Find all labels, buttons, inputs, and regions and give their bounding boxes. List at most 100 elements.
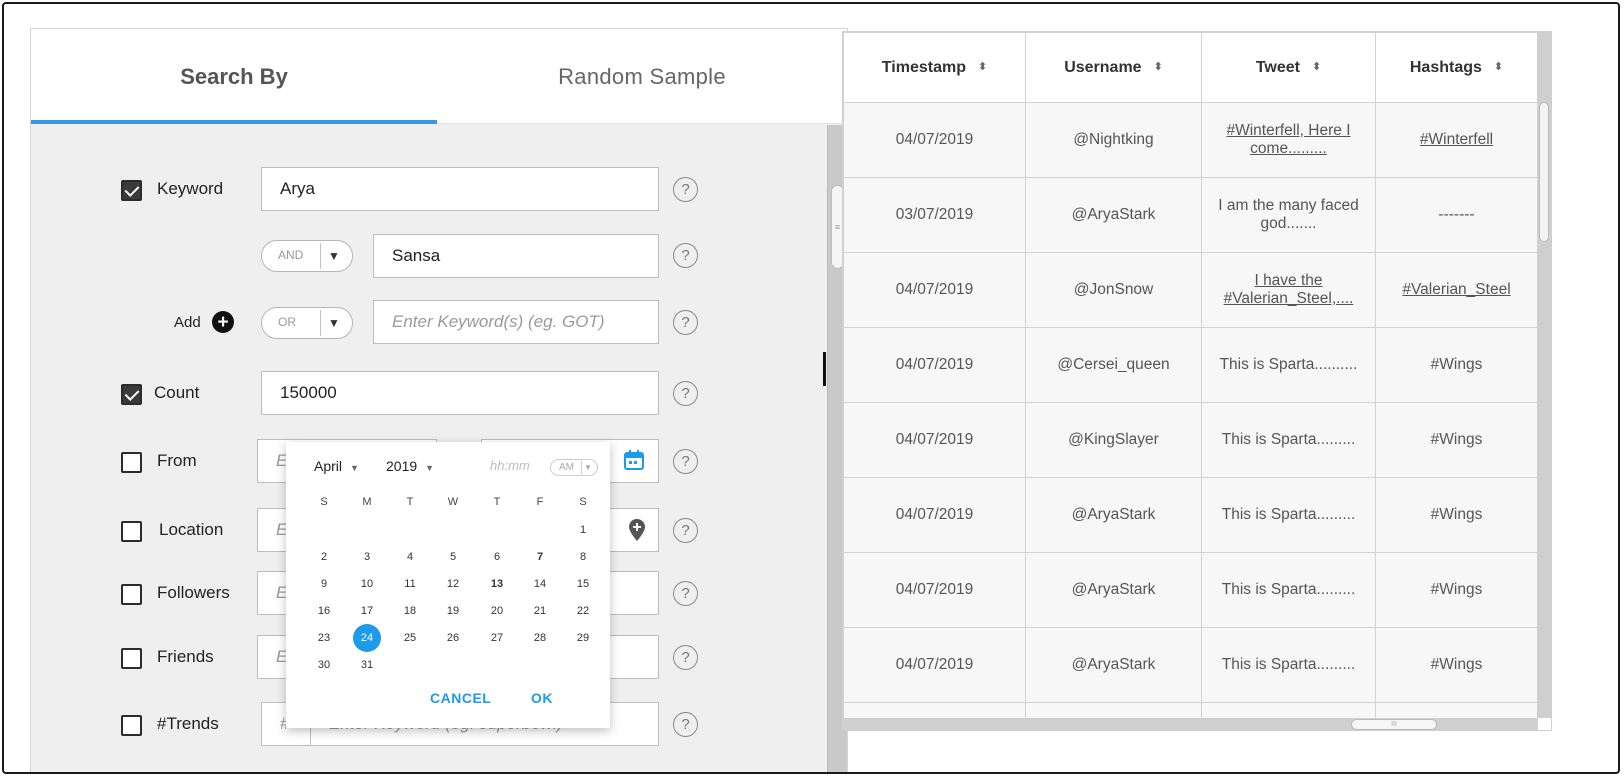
friends-help-icon[interactable]: ? [673,645,698,670]
calendar-day[interactable]: 27 [483,624,511,652]
keyword-or-help-icon[interactable]: ? [673,310,698,335]
calendar-day[interactable]: 8 [569,543,597,571]
count-input[interactable]: 150000 [261,371,659,415]
weekday-label: W [447,496,459,508]
calendar-day[interactable]: 14 [526,570,554,598]
table-row[interactable]: 04/07/2019 @AryaStark This is Sparta......… [843,477,1538,553]
calendar-day[interactable]: 9 [310,570,338,598]
calendar-day[interactable]: 4 [396,543,424,571]
operator-value: AND [278,248,304,262]
count-row: Count 150000 ? [31,371,827,417]
selected-day[interactable]: 24 [353,624,381,652]
table-row[interactable]: 04/07/2019 @JonSnow I have the #Valerian_S… [843,252,1538,328]
column-header-timestamp[interactable]: Timestamp ⬍ [843,32,1026,103]
location-help-icon[interactable]: ? [673,518,698,543]
table-row[interactable]: 04/07/2019 @Cersei_queen This is Sparta...… [843,327,1538,403]
count-checkbox[interactable] [121,384,142,405]
weekday-label: F [536,496,544,508]
column-header-username[interactable]: Username ⬍ [1025,32,1202,103]
table-horizontal-scrollbar[interactable]: III [843,718,1537,730]
scrollbar-thumb[interactable] [1539,102,1549,242]
from-checkbox[interactable] [121,452,142,473]
keyword-and-help-icon[interactable]: ? [673,243,698,268]
location-checkbox[interactable] [121,521,142,542]
ok-button[interactable]: OK [531,690,553,706]
tab-random-sample[interactable]: Random Sample [437,29,847,124]
calendar-day[interactable]: 7 [526,543,554,571]
calendar-day[interactable]: 10 [353,570,381,598]
calendar-day[interactable]: 30 [310,651,338,679]
calendar-day[interactable]: 17 [353,597,381,625]
weekday-label: S [579,496,587,508]
calendar-day[interactable]: 23 [310,624,338,652]
table-row[interactable]: 04/07/2019 @AryaStark This is Sparta......… [843,627,1538,703]
table-vertical-scrollbar[interactable] [1537,32,1551,718]
calendar-day[interactable]: 5 [439,543,467,571]
table-row[interactable]: 04/07/2019 @KingSlayer This is Sparta.....… [843,402,1538,478]
month-select[interactable]: April ▼ [314,458,359,474]
calendar-day[interactable]: 21 [526,597,554,625]
keyword-or-row: Add + OR ▼ Enter Keyword(s) (eg. GOT) ? [31,300,827,346]
caret-down-icon: ▼ [328,316,340,330]
calendar-icon[interactable] [623,449,645,471]
calendar-day[interactable]: 29 [569,624,597,652]
year-select[interactable]: 2019 ▼ [386,458,434,474]
calendar-day[interactable]: 11 [396,570,424,598]
scrollbar-thumb[interactable]: III [1351,719,1437,730]
table-row[interactable]: 04/07/2019 @AryaStark This is Sparta......… [843,552,1538,628]
calendar-day[interactable]: 16 [310,597,338,625]
keyword-and-input[interactable]: Sansa [373,234,659,278]
calendar-day[interactable]: 2 [310,543,338,571]
or-operator-select[interactable]: OR ▼ [261,307,353,339]
table-cell: 03/07/2019 [843,177,1026,253]
table-cell: #Wings [1375,327,1538,403]
calendar-day[interactable]: 12 [439,570,467,598]
calendar-day[interactable]: 15 [569,570,597,598]
table-cell: @AryaStark [1025,627,1202,703]
calendar-day[interactable]: 18 [396,597,424,625]
tab-search-by[interactable]: Search By [31,29,437,124]
calendar-day[interactable]: 26 [439,624,467,652]
calendar-day[interactable]: 19 [439,597,467,625]
calendar-day[interactable]: 20 [483,597,511,625]
table-row[interactable]: 04/07/2019 @Nightking #Winterfell, Here I … [843,102,1538,178]
and-operator-select[interactable]: AND ▼ [261,240,353,272]
sort-icon[interactable]: ⬍ [1312,62,1321,73]
keyword-checkbox[interactable] [121,180,142,201]
friends-checkbox[interactable] [121,648,142,669]
calendar-day[interactable]: 13 [483,570,511,598]
calendar-day[interactable]: 28 [526,624,554,652]
column-header-hashtags[interactable]: Hashtags ⬍ [1375,32,1538,103]
time-input[interactable]: hh:mm [490,458,530,473]
calendar-day[interactable]: 25 [396,624,424,652]
trends-checkbox[interactable] [121,715,142,736]
followers-help-icon[interactable]: ? [673,581,698,606]
calendar-day[interactable]: 3 [353,543,381,571]
trends-help-icon[interactable]: ? [673,712,698,737]
table-cell: @AryaStark [1025,477,1202,553]
sort-icon[interactable]: ⬍ [978,62,987,73]
calendar-day[interactable]: 6 [483,543,511,571]
count-help-icon[interactable]: ? [673,381,698,406]
keyword-help-icon[interactable]: ? [673,177,698,202]
column-header-tweet[interactable]: Tweet ⬍ [1201,32,1376,103]
keyword-input[interactable]: Arya [261,167,659,211]
table-cell: @AryaStark [1025,177,1202,253]
add-keyword-icon[interactable]: + [212,311,234,333]
keyword-or-input[interactable]: Enter Keyword(s) (eg. GOT) [373,300,659,344]
from-help-icon[interactable]: ? [673,449,698,474]
calendar-day[interactable]: 31 [353,651,381,679]
cancel-button[interactable]: CANCEL [430,690,491,706]
sort-icon[interactable]: ⬍ [1154,62,1163,73]
friends-label: Friends [157,647,214,666]
table-row[interactable]: 03/07/2019 @AryaStark I am the many faced … [843,177,1538,253]
calendar-day[interactable]: 1 [569,516,597,544]
table-cell: #Valerian_Steel [1375,252,1538,328]
operator-value: OR [278,315,296,329]
ampm-select[interactable]: AM ▼ [550,459,598,476]
calendar-day[interactable]: 22 [569,597,597,625]
followers-checkbox[interactable] [121,584,142,605]
sort-icon[interactable]: ⬍ [1494,62,1503,73]
add-label: Add [174,314,201,331]
weekday-label: M [362,496,372,508]
